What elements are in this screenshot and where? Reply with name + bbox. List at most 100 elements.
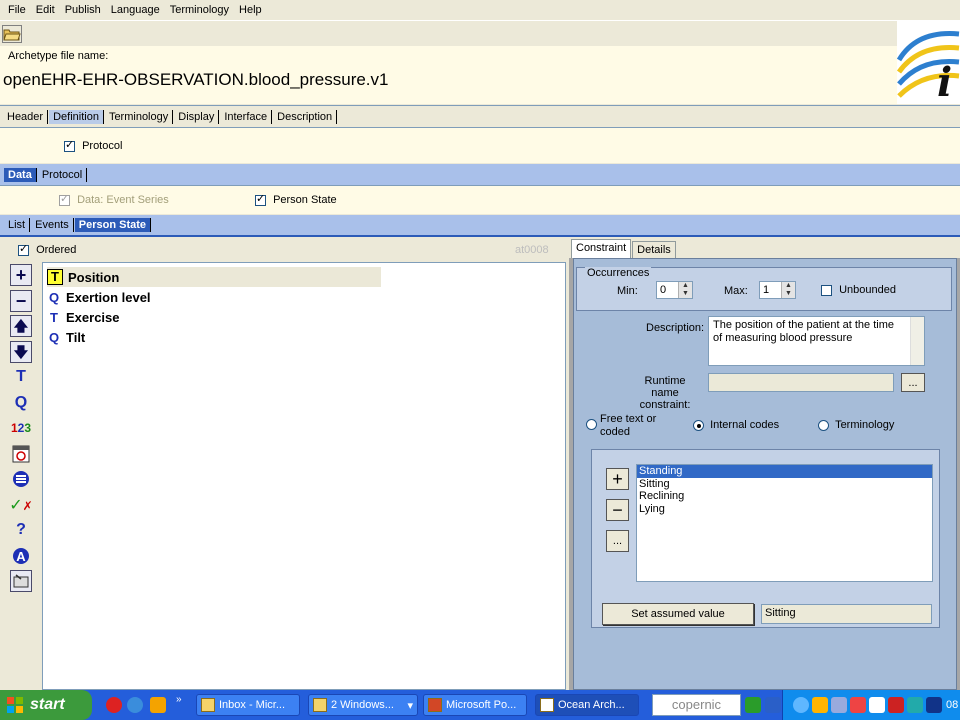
menu-language[interactable]: Language [106,4,165,16]
tab-interface[interactable]: Interface [220,109,273,124]
boolean-icon: ✓✗ [9,496,33,514]
add-element-button[interactable]: + [10,264,32,286]
min-stepper[interactable]: 0 ▲ ▼ [656,281,693,299]
add-boolean-button[interactable]: ✓✗ [9,494,33,516]
list-item[interactable]: Standing [637,465,932,478]
stepper-arrows-icon[interactable]: ▲ ▼ [678,282,692,298]
tree-item-position[interactable]: T Position [47,267,381,287]
move-down-button[interactable]: 🡇 [10,340,32,363]
tab-data[interactable]: Data [4,167,37,182]
slot-icon: A [13,547,29,564]
menu-terminology[interactable]: Terminology [165,4,234,16]
quick-launch-close-icon[interactable] [106,697,122,713]
set-assumed-value-button[interactable]: Set assumed value [602,603,754,625]
person-state-checkbox[interactable] [255,193,266,206]
add-ordinal-button[interactable] [10,468,32,490]
runtime-name-field[interactable] [708,373,894,392]
internal-codes-radio[interactable] [693,419,704,431]
text-icon: T [16,368,26,385]
add-count-button[interactable]: 123 [10,417,32,439]
tab-person-state[interactable]: Person State [74,218,152,232]
person-state-label: Person State [273,194,337,206]
tray-alert-icon[interactable] [888,697,904,713]
taskbar-item-windows[interactable]: 2 Windows... ▾ [308,694,418,716]
remove-element-button[interactable]: − [10,289,32,312]
chevron-down-icon: ▾ [407,699,413,712]
codes-list[interactable]: Standing Sitting Reclining Lying [636,464,933,582]
element-toolbar: + − 🡅 🡇 T Q 123 ✓✗ ? A [9,264,34,596]
tree-item-tilt[interactable]: Q Tilt [47,327,85,347]
occurrences-title: Occurrences [585,267,652,279]
tab-header[interactable]: Header [3,109,49,124]
chevron-right-icon[interactable]: » [176,694,182,705]
tree-item-exercise[interactable]: T Exercise [47,307,119,327]
structure-tabs: Data Protocol [0,164,960,186]
move-up-button[interactable]: 🡅 [10,315,32,337]
tab-description[interactable]: Description [273,109,338,124]
plus-icon: + [15,265,27,285]
terminology-radio[interactable] [818,419,829,431]
add-any-button[interactable]: ? [10,519,32,541]
taskbar-item-ocean[interactable]: Ocean Arch... [535,694,639,716]
data-options: Data: Event Series Person State [0,186,960,214]
free-text-radio[interactable] [586,419,597,430]
ie-icon[interactable] [127,697,143,713]
constraint-tabs: Constraint Details [569,238,960,258]
structure-pane: Ordered at0008 + − 🡅 🡇 T Q 123 ✓✗ ? A T … [0,238,567,690]
add-code-button[interactable]: + [606,468,629,490]
runtime-name-button[interactable]: ... [901,373,925,392]
unbounded-checkbox[interactable] [821,284,832,296]
max-stepper[interactable]: 1 ▲ ▼ [759,281,796,299]
tab-list[interactable]: List [4,218,31,232]
remove-code-button[interactable]: − [606,499,629,521]
tab-display[interactable]: Display [174,109,220,124]
add-quantity-button[interactable]: Q [10,392,32,414]
back-icon[interactable] [793,697,809,713]
list-item[interactable]: Lying [637,503,932,516]
tab-definition[interactable]: Definition [49,109,104,124]
protocol-checkbox[interactable] [64,139,75,152]
tab-events[interactable]: Events [31,218,74,232]
description-textarea[interactable]: The position of the patient at the time … [708,316,925,366]
taskbar-item-powerpoint[interactable]: Microsoft Po... [423,694,527,716]
add-text-button[interactable]: T [10,366,32,388]
tray-app-icon[interactable] [812,697,828,713]
tab-details[interactable]: Details [632,241,676,258]
add-cluster-button[interactable] [10,570,32,592]
menu-help[interactable]: Help [234,4,267,16]
tray-security-icon[interactable] [850,697,866,713]
description-scrollbar[interactable] [910,317,924,365]
tray-monitor-icon[interactable] [926,697,942,713]
tab-protocol[interactable]: Protocol [38,167,88,182]
question-icon: ? [16,521,26,538]
edit-code-button[interactable]: ... [606,530,629,552]
list-item[interactable]: Sitting [637,478,932,491]
terminology-label: Terminology [835,419,895,431]
tray-doc-icon[interactable] [869,697,885,713]
start-button[interactable]: start [0,690,92,720]
element-tree[interactable]: T Position Q Exertion level T Exercise Q… [42,262,566,690]
add-slot-button[interactable]: A [10,545,32,567]
tree-item-exertion-level[interactable]: Q Exertion level [47,287,151,307]
open-folder-button[interactable] [2,25,22,43]
tray-network-icon[interactable] [907,697,923,713]
taskbar-item-inbox[interactable]: Inbox - Micr... [196,694,300,716]
ordered-checkbox[interactable] [18,243,29,256]
constraint-body: Occurrences Min: 0 ▲ ▼ Max: 1 ▲ ▼ Unbounde… [573,258,957,690]
tab-terminology[interactable]: Terminology [105,109,174,124]
menu-edit[interactable]: Edit [31,4,60,16]
min-value: 0 [660,284,667,296]
copernic-search-box[interactable]: copernic [652,694,741,716]
menu-publish[interactable]: Publish [60,4,106,16]
plus-icon: + [612,468,623,489]
go-arrow-icon[interactable] [745,697,761,713]
outlook-icon[interactable] [150,697,166,713]
tab-constraint[interactable]: Constraint [571,239,632,258]
add-datetime-button[interactable] [10,443,32,465]
datetime-icon [12,445,30,462]
list-item[interactable]: Reclining [637,490,932,503]
menu-file[interactable]: File [3,4,31,16]
tray-tool-icon[interactable] [831,697,847,713]
options-icon[interactable] [765,697,781,713]
stepper-arrows-icon[interactable]: ▲ ▼ [781,282,795,298]
